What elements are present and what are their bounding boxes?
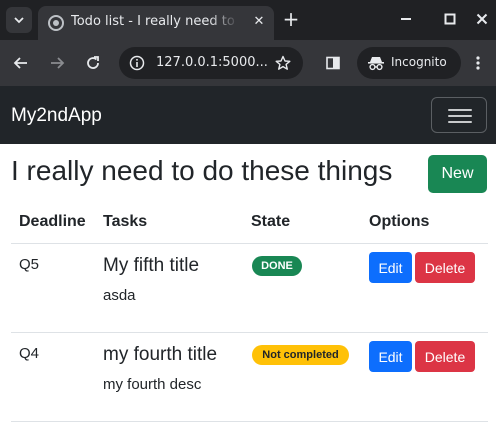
edit-button[interactable]: Edit	[369, 252, 412, 283]
status-badge: Not completed	[252, 345, 349, 365]
column-header-options: Options	[369, 213, 430, 230]
hamburger-icon[interactable]	[431, 97, 487, 133]
browser-toolbar: 127.0.0.1:5000... Incognito	[0, 40, 496, 86]
row-task-title: my fourth title	[103, 344, 218, 365]
page-title: I really need to do these things	[11, 155, 393, 186]
forward-arrow-icon[interactable]	[45, 51, 69, 75]
back-arrow-icon[interactable]	[9, 51, 33, 75]
plus-icon[interactable]: +	[280, 8, 302, 30]
incognito-label: Incognito	[391, 55, 447, 69]
app-navbar: My2ndApp	[0, 86, 496, 144]
status-badge: DONE	[252, 256, 302, 276]
address-bar[interactable]: 127.0.0.1:5000...	[119, 47, 303, 79]
row-deadline: Q4	[19, 345, 40, 362]
reload-icon[interactable]	[81, 51, 105, 75]
favicon-icon	[48, 15, 64, 31]
maximize-icon[interactable]	[440, 9, 460, 29]
tab-search-icon[interactable]	[6, 7, 32, 33]
navbar-brand[interactable]: My2ndApp	[11, 105, 102, 127]
minimize-icon[interactable]	[396, 9, 416, 29]
new-button[interactable]: New	[428, 155, 487, 193]
row-divider	[11, 421, 488, 422]
delete-button[interactable]: Delete	[415, 341, 475, 372]
column-header-deadline: Deadline	[19, 213, 86, 230]
header-divider	[11, 243, 488, 244]
row-divider	[11, 332, 488, 333]
row-task-description: my fourth desc	[103, 376, 202, 393]
column-header-state: State	[251, 213, 291, 230]
column-header-tasks: Tasks	[103, 213, 148, 230]
browser-tab[interactable]: Todo list - I really need to do these th…	[38, 6, 274, 40]
kebab-menu-icon[interactable]	[466, 51, 490, 75]
close-icon[interactable]: ✕	[250, 13, 268, 31]
url-text: 127.0.0.1:5000...	[156, 55, 268, 70]
star-icon[interactable]	[273, 53, 293, 73]
row-task-title: My fifth title	[103, 255, 200, 276]
window-close-icon[interactable]	[472, 9, 492, 29]
incognito-icon	[367, 54, 385, 72]
browser-tab-strip: Todo list - I really need to do these th…	[0, 0, 496, 40]
row-task-description: asda	[103, 287, 136, 304]
site-info-icon[interactable]	[127, 53, 147, 73]
incognito-indicator[interactable]: Incognito	[357, 47, 461, 79]
delete-button[interactable]: Delete	[415, 252, 475, 283]
tab-title: Todo list - I really need to do these th…	[71, 14, 239, 29]
edit-button[interactable]: Edit	[369, 341, 412, 372]
side-panel-icon[interactable]	[321, 51, 345, 75]
row-deadline: Q5	[19, 256, 40, 273]
